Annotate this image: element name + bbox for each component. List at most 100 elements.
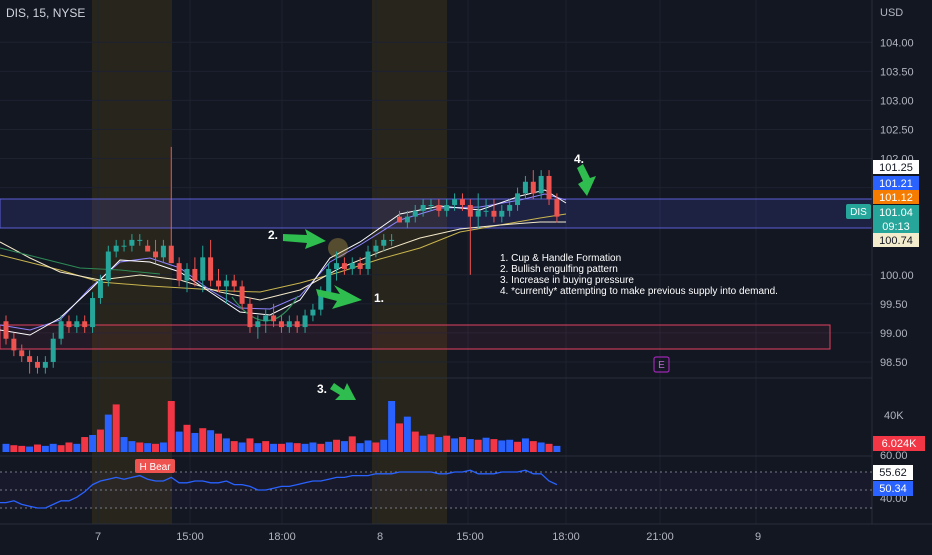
volume-bar xyxy=(2,443,10,452)
candle-body xyxy=(294,321,300,328)
rsi-panel xyxy=(0,469,872,509)
candle-body xyxy=(334,263,340,269)
candle-body xyxy=(381,239,387,246)
candle-body xyxy=(538,175,544,194)
time-axis-label: 21:00 xyxy=(646,531,674,543)
candle-body xyxy=(271,315,277,322)
candle-body xyxy=(397,216,402,223)
arrow-2 xyxy=(283,229,326,249)
candle-body xyxy=(412,210,418,217)
volume-bar xyxy=(356,443,364,452)
volume-bar xyxy=(57,445,65,452)
candle-body xyxy=(113,245,119,252)
volume-bar xyxy=(73,443,81,452)
time-axis-label: 18:00 xyxy=(268,531,296,543)
candle-body xyxy=(27,356,33,362)
volume-bar xyxy=(222,438,230,452)
note-2: 2. Bullish engulfing pattern xyxy=(500,264,618,275)
volume-bar xyxy=(396,423,403,452)
earnings-marker[interactable]: E xyxy=(653,356,670,373)
marker-4: 4. xyxy=(574,152,584,166)
rsi-value-blue: 50.34 xyxy=(879,483,907,495)
volume-bar xyxy=(388,401,396,452)
candle-body xyxy=(349,263,355,269)
trading-chart-app: H Bear E 1. 2. 3. 4. 1. Cup & Handle For… xyxy=(0,0,932,550)
candle-body xyxy=(491,210,497,217)
candle-body xyxy=(515,193,521,206)
volume-bar xyxy=(411,431,419,452)
earnings-marker-text: E xyxy=(658,360,665,371)
volume-bar xyxy=(191,432,199,452)
price-tick-label: 99.50 xyxy=(880,299,908,311)
price-badge-text: 101.12 xyxy=(879,192,913,204)
marker-2: 2. xyxy=(268,228,278,242)
volume-bar xyxy=(136,442,144,452)
candle-body xyxy=(365,251,371,269)
volume-current-value: 6.024K xyxy=(882,438,918,450)
volume-bar xyxy=(506,439,514,452)
note-3: 3. Increase in buying pressure xyxy=(500,275,634,286)
volume-bar xyxy=(207,430,215,452)
candle-body xyxy=(66,321,72,328)
engulf-highlight xyxy=(328,238,348,258)
price-badge-text: 100.74 xyxy=(879,235,913,247)
price-badges: 101.25 101.21 101.12 101.04 09:13 100.74 xyxy=(873,160,919,247)
price-badge-text: 101.25 xyxy=(879,162,913,174)
volume-bar xyxy=(65,442,73,452)
candle-body xyxy=(522,181,528,194)
volume-bar xyxy=(81,437,89,452)
candle-body xyxy=(475,210,481,217)
candle-body xyxy=(223,280,229,287)
rsi-value-white: 55.62 xyxy=(879,467,907,479)
volume-bar xyxy=(199,428,207,452)
symbol-badge-text: DIS xyxy=(850,207,867,218)
rsi-value-badge-white: 55.62 xyxy=(873,465,913,480)
time-axis-label: 7 xyxy=(95,531,101,543)
candle-body xyxy=(82,321,88,328)
candle-body xyxy=(34,361,40,368)
volume-bar xyxy=(427,434,435,452)
symbol-title[interactable]: DIS, 15, NYSE xyxy=(6,6,85,20)
volume-bar xyxy=(96,429,104,452)
volume-bar xyxy=(33,444,41,452)
volume-bar xyxy=(120,437,128,452)
volume-bar xyxy=(403,416,411,452)
candle-body xyxy=(50,338,56,362)
volume-bar xyxy=(41,445,49,452)
volume-bar xyxy=(285,442,293,452)
price-tick-label: 99.00 xyxy=(880,328,908,340)
volume-bar xyxy=(159,442,167,452)
candle-body xyxy=(239,286,245,304)
candle-body xyxy=(200,257,206,281)
candle-body xyxy=(326,268,332,293)
volume-bar xyxy=(419,435,427,452)
candle-body xyxy=(129,239,135,246)
rsi-axis-tick-60: 60.00 xyxy=(880,450,908,462)
h-bear-label-text: H Bear xyxy=(139,462,171,473)
price-tick-label: 104.00 xyxy=(880,37,914,49)
volume-bar xyxy=(553,445,561,452)
candle-body xyxy=(11,338,17,351)
h-bear-label: H Bear xyxy=(135,459,175,473)
candle-body xyxy=(42,361,48,368)
candle-body xyxy=(3,321,9,339)
time-axis[interactable]: 7 15:00 18:00 8 15:00 18:00 21:00 9 xyxy=(95,531,761,543)
candle-body xyxy=(208,257,214,281)
arrow-3 xyxy=(330,383,356,400)
volume-bar xyxy=(451,438,459,452)
volume-bar xyxy=(474,439,482,452)
price-badge-text: 101.21 xyxy=(879,178,913,190)
candle-body xyxy=(145,245,151,252)
volume-bar xyxy=(167,401,175,452)
candle-body xyxy=(184,268,190,281)
chart-canvas[interactable]: H Bear E 1. 2. 3. 4. 1. Cup & Handle For… xyxy=(0,0,932,550)
volume-bar xyxy=(183,424,191,452)
price-tick-label: 103.00 xyxy=(880,95,914,107)
candle-body xyxy=(160,245,166,258)
volume-bar xyxy=(545,443,553,452)
volume-bar xyxy=(458,437,466,452)
volume-bar xyxy=(49,443,57,452)
price-badge-text: 101.04 xyxy=(879,207,913,219)
candle-body xyxy=(389,239,395,241)
candle-body xyxy=(255,321,261,328)
